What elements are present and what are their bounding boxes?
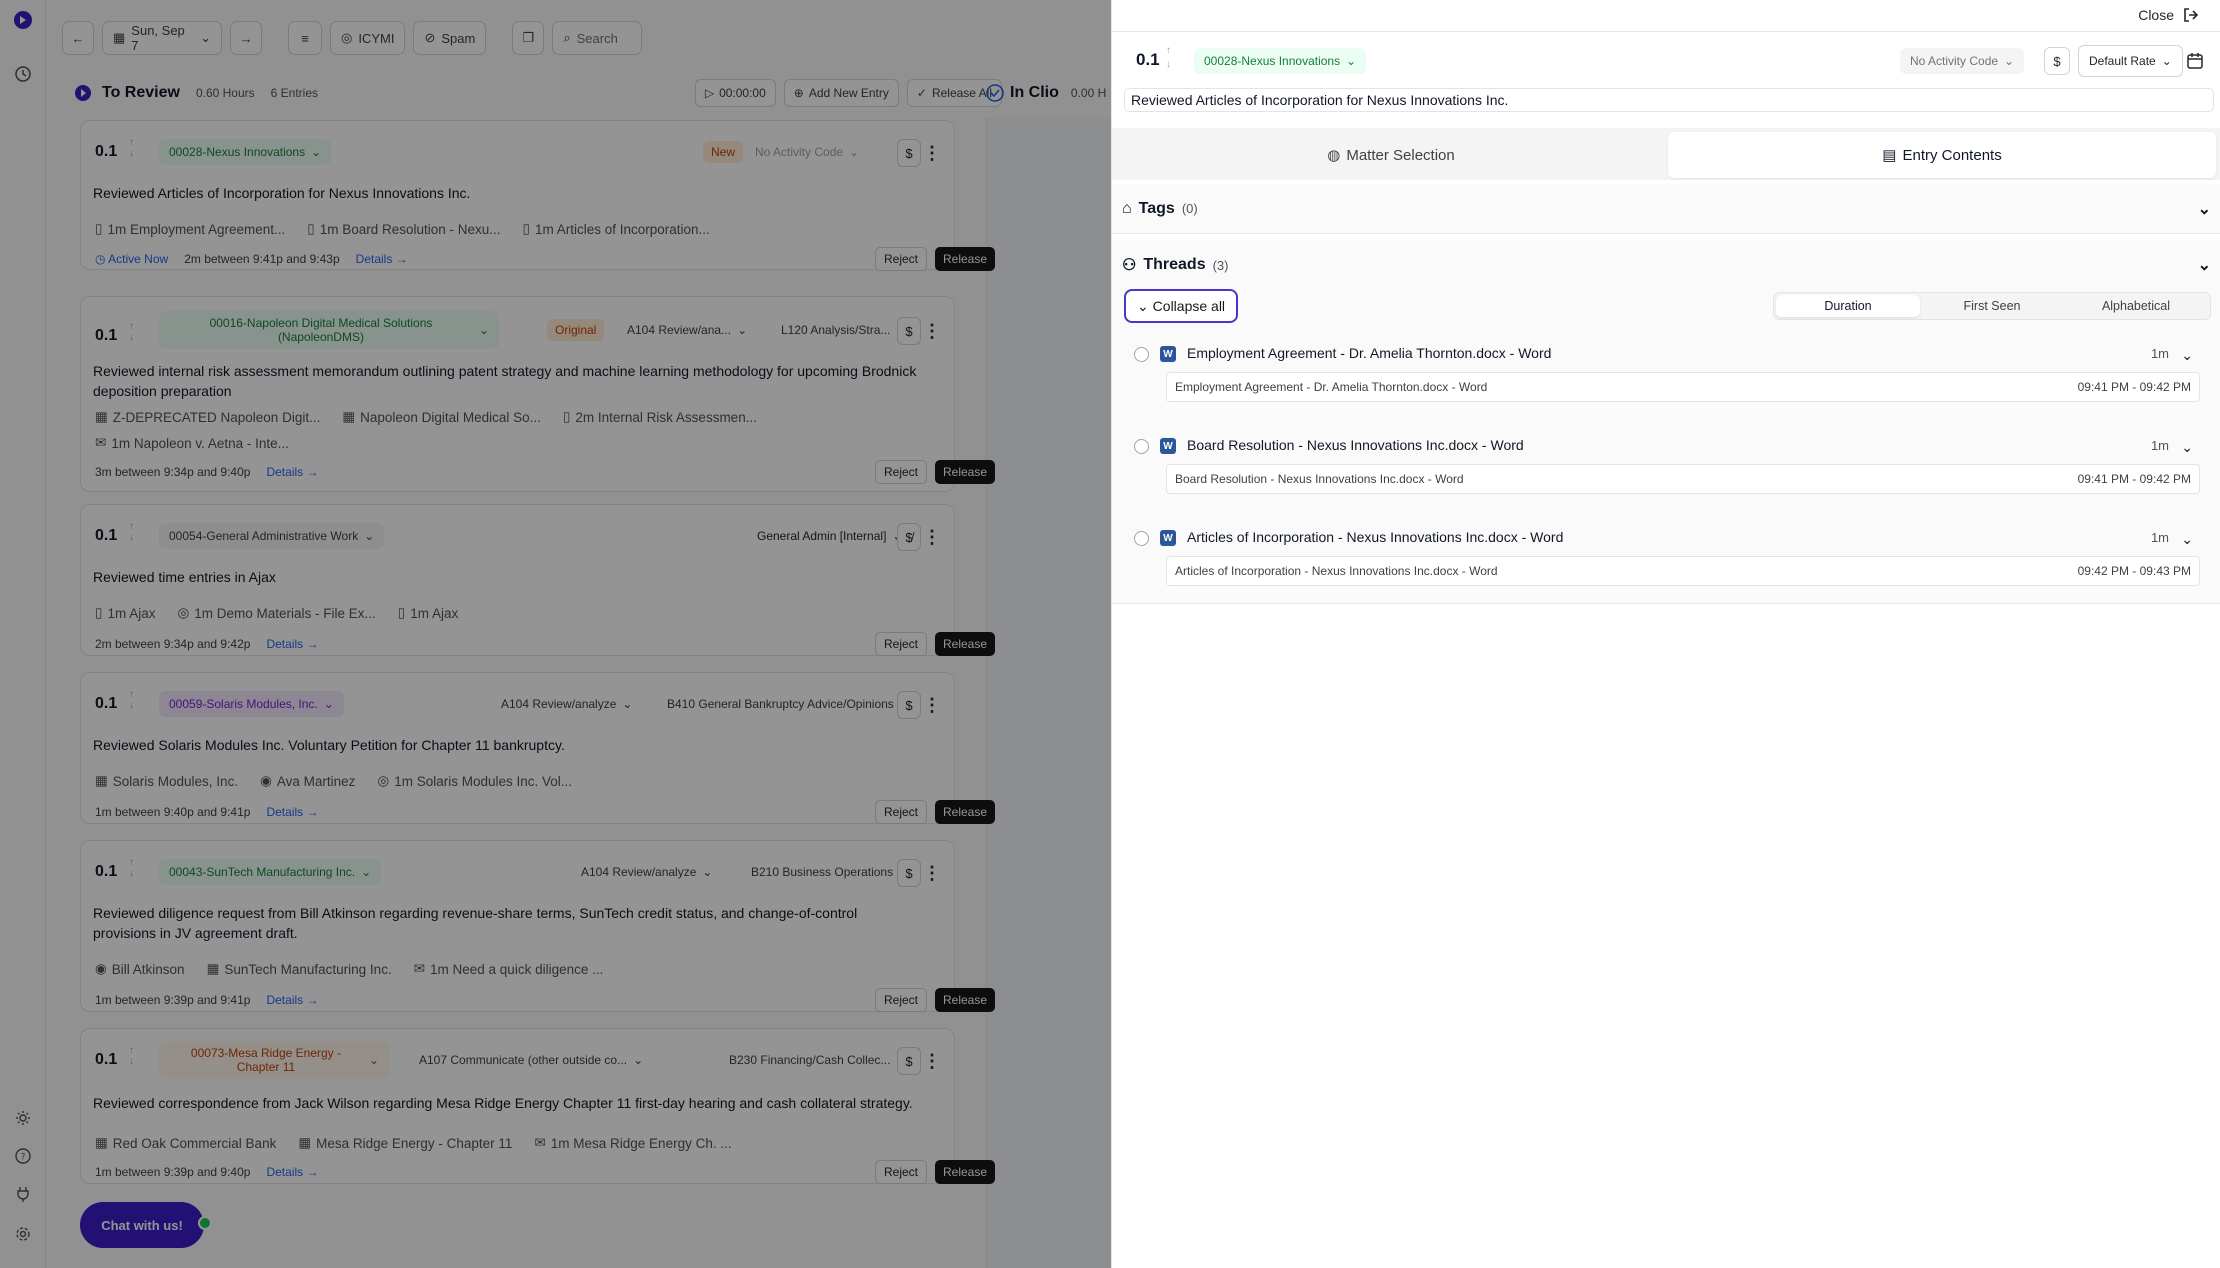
- word-icon: W: [1160, 438, 1176, 454]
- word-icon: W: [1160, 346, 1176, 362]
- chevron-down-icon: ⌄: [1136, 297, 1149, 314]
- thread-item: Board Resolution - Nexus Innovations Inc…: [1166, 464, 2200, 494]
- chevron-down-icon[interactable]: ⌄: [2181, 531, 2193, 548]
- chevron-down-icon: ⌄: [2161, 54, 2172, 68]
- thread-row[interactable]: W Employment Agreement - Dr. Amelia Thor…: [1112, 340, 2220, 368]
- thread-row[interactable]: W Articles of Incorporation - Nexus Inno…: [1112, 524, 2220, 552]
- thread-item: Employment Agreement - Dr. Amelia Thornt…: [1166, 372, 2200, 402]
- tags-accordion[interactable]: ⌂ Tags (0) ⌄: [1112, 184, 2220, 234]
- close-button[interactable]: Close: [2138, 6, 2200, 24]
- word-icon: W: [1160, 530, 1176, 546]
- sort-duration[interactable]: Duration: [1776, 295, 1920, 317]
- thread-duration: 1m: [2150, 346, 2169, 361]
- tab-label: Matter Selection: [1346, 146, 1455, 164]
- chevron-down-icon: ⌄: [2197, 200, 2211, 218]
- threads-label: Threads: [1143, 256, 1206, 273]
- collapse-all-button[interactable]: ⌄ Collapse all: [1124, 289, 1238, 323]
- sort-alphabetical[interactable]: Alphabetical: [2064, 295, 2208, 317]
- tab-entry-contents[interactable]: ▤ Entry Contents: [1668, 132, 2216, 178]
- rate-select[interactable]: Default Rate ⌄: [2078, 45, 2183, 77]
- tags-label: Tags: [1138, 199, 1175, 217]
- compass-icon: ◍: [1327, 147, 1341, 164]
- thread-item-time: 09:42 PM - 09:43 PM: [2077, 564, 2191, 578]
- duration-stepper[interactable]: ↑ ↓: [1166, 44, 1171, 72]
- tab-label: Entry Contents: [1902, 146, 2002, 164]
- thread-row[interactable]: W Board Resolution - Nexus Innovations I…: [1112, 432, 2220, 460]
- tags-count: (0): [1181, 201, 1198, 216]
- document-icon: ▤: [1882, 147, 1897, 164]
- entry-description-input[interactable]: Reviewed Articles of Incorporation for N…: [1124, 88, 2214, 112]
- dollar-icon: $: [2053, 53, 2061, 69]
- panel-divider: [1112, 31, 2220, 32]
- thread-item-time: 09:41 PM - 09:42 PM: [2077, 472, 2191, 486]
- matter-label: 00028-Nexus Innovations: [1204, 54, 1341, 68]
- thread-item: Articles of Incorporation - Nexus Innova…: [1166, 556, 2200, 586]
- threads-icon: ⚇: [1122, 257, 1137, 274]
- thread-duration: 1m: [2150, 530, 2169, 545]
- chevron-down-icon[interactable]: ⌄: [2181, 439, 2193, 456]
- entry-duration: 0.1: [1136, 50, 1160, 69]
- panel-tabs: ◍ Matter Selection ▤ Entry Contents: [1112, 128, 2220, 180]
- thread-sort-control: Duration First Seen Alphabetical: [1773, 292, 2211, 320]
- entry-detail-panel: Close 0.1 ↑ ↓ 00028-Nexus Innovations ⌄ No…: [1111, 0, 2220, 1268]
- panel-entry-row: 0.1 ↑ ↓ 00028-Nexus Innovations ⌄ No Activ…: [1112, 44, 2220, 78]
- activity-label: No Activity Code: [1910, 54, 1999, 68]
- thread-duration: 1m: [2150, 438, 2169, 453]
- exit-icon: [2182, 6, 2200, 24]
- tag-icon: ⌂: [1122, 199, 1132, 217]
- chevron-down-icon: ⌄: [2197, 257, 2211, 274]
- calendar-icon[interactable]: [2186, 52, 2204, 70]
- thread-select-radio[interactable]: [1134, 347, 1149, 362]
- thread-name: Employment Agreement - Dr. Amelia Thornt…: [1187, 345, 1552, 361]
- tab-matter-selection[interactable]: ◍ Matter Selection: [1116, 132, 1666, 178]
- threads-count: (3): [1212, 257, 1229, 273]
- close-label: Close: [2138, 7, 2174, 23]
- billable-toggle[interactable]: $: [2044, 47, 2070, 75]
- description-text: Reviewed Articles of Incorporation for N…: [1131, 92, 1509, 108]
- thread-name: Board Resolution - Nexus Innovations Inc…: [1187, 437, 1524, 453]
- threads-content: W Employment Agreement - Dr. Amelia Thor…: [1112, 290, 2220, 604]
- sort-first-seen[interactable]: First Seen: [1920, 295, 2064, 317]
- collapse-all-label: Collapse all: [1152, 298, 1226, 314]
- threads-accordion[interactable]: ⚇ Threads (3) ⌄: [1112, 240, 2220, 290]
- thread-select-radio[interactable]: [1134, 531, 1149, 546]
- thread-name: Articles of Incorporation - Nexus Innova…: [1187, 529, 1564, 545]
- thread-item-label: Board Resolution - Nexus Innovations Inc…: [1175, 472, 1464, 486]
- thread-item-label: Employment Agreement - Dr. Amelia Thornt…: [1175, 380, 1488, 394]
- activity-code-select[interactable]: No Activity Code ⌄: [1900, 48, 2025, 74]
- chevron-down-icon[interactable]: ⌄: [2181, 347, 2193, 364]
- rate-label: Default Rate: [2089, 54, 2156, 68]
- chevron-down-icon: ⌄: [1346, 54, 1357, 68]
- thread-item-label: Articles of Incorporation - Nexus Innova…: [1175, 564, 1498, 578]
- thread-select-radio[interactable]: [1134, 439, 1149, 454]
- thread-item-time: 09:41 PM - 09:42 PM: [2077, 380, 2191, 394]
- matter-select[interactable]: 00028-Nexus Innovations ⌄: [1194, 48, 1367, 74]
- modal-backdrop[interactable]: [0, 0, 1111, 1268]
- chevron-down-icon: ⌄: [2004, 54, 2015, 68]
